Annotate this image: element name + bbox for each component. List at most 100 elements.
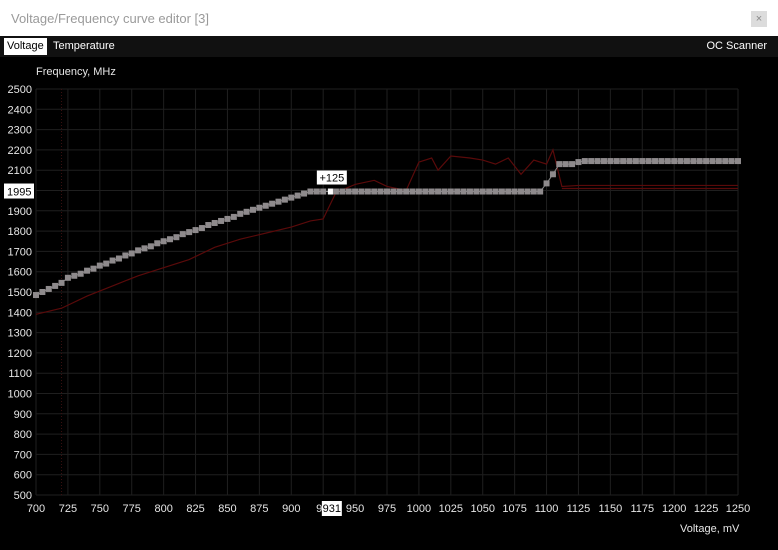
curve-point [173,234,180,241]
curve-point [301,190,308,197]
x-tick-label: 775 [123,503,141,515]
y-tick-label: 1100 [8,368,32,380]
y-axis-label: Frequency, MHz [36,66,116,78]
x-tick-label: 750 [91,503,109,515]
y-highlight-label: 1995 [7,187,31,199]
x-tick-label: 725 [59,503,77,515]
curve-point [703,158,710,165]
curve-point [556,161,563,168]
curve-point [492,188,499,195]
y-tick-label: 1200 [8,348,32,360]
curve-point [632,158,639,165]
curve-point [715,158,722,165]
curve-point [486,188,493,195]
curve-point [52,282,59,289]
x-tick-label: 1075 [502,503,526,515]
x-tick-label: 1200 [662,503,686,515]
curve-point [600,158,607,165]
curve-point [269,200,276,207]
curve-point [281,196,288,203]
vf-curve-chart[interactable]: Frequency, MHz Voltage, mV 500 600 700 800 9… [0,57,778,550]
curve-point [243,208,250,215]
curve-point [109,257,116,264]
y-tick-label: 900 [14,409,32,421]
y-tick-label: 800 [14,429,32,441]
x-tick-label: 825 [186,503,204,515]
curve-point [537,188,544,195]
y-tick-label: 2100 [8,165,32,177]
curve-point [466,188,473,195]
curve-point [84,267,91,274]
curve-point [230,213,237,220]
x-tick-label: 800 [154,503,172,515]
curve-point [90,265,97,272]
tab-oc-scanner[interactable]: OC Scanner [703,38,770,55]
curve-point [249,206,256,213]
curve-point [390,188,397,195]
x-tick-label: 700 [27,503,45,515]
curve-point [683,158,690,165]
curve-point [345,188,352,195]
curve-point [275,198,282,205]
curve-point [352,188,359,195]
curve-point [722,158,729,165]
y-tick-label: 2200 [8,145,32,157]
curve-point [594,158,601,165]
y-tick-label: 1700 [8,246,32,258]
curve-point [135,247,142,254]
curve-point [735,158,741,165]
curve-point [403,188,410,195]
curve-point [422,188,429,195]
curve-point [677,158,684,165]
y-tick-label: 1600 [8,267,32,279]
curve-point [192,227,199,234]
curve-point [160,238,167,245]
curve-point [186,229,193,236]
curve-point [626,158,633,165]
x-axis-label: Voltage, mV [680,523,740,535]
curve-point [498,188,505,195]
close-icon[interactable]: × [751,11,767,27]
curve-point [33,292,39,299]
x-tick-label: 1025 [439,503,463,515]
title-bar: Voltage/Frequency curve editor [3] × [0,0,778,37]
curve-point [511,188,518,195]
curve-point [358,188,365,195]
curve-point [435,188,442,195]
tab-temperature[interactable]: Temperature [50,38,118,55]
x-tick-label: 975 [378,503,396,515]
curve-point [364,188,371,195]
curve-point [211,219,218,226]
tab-voltage[interactable]: Voltage [4,38,47,55]
x-tick-label: 1225 [694,503,718,515]
curve-point [237,210,244,217]
curve-point [103,260,110,267]
curve-point [652,158,659,165]
curve-point [154,240,161,247]
y-tick-label: 1500 [8,287,32,299]
curve-point [339,188,346,195]
x-tick-label: 1175 [630,503,654,515]
curve-point [256,204,263,211]
curve-point [58,279,65,286]
y-tick-label: 1000 [8,389,32,401]
curve-point [549,171,556,178]
curve-point [518,188,525,195]
curve-point [262,202,269,209]
y-tick-label: 2400 [8,104,32,116]
x-tick-label: 1250 [726,503,750,515]
x-tick-label: 1100 [535,503,559,515]
curve-point [581,158,588,165]
curve-point [307,188,314,195]
curve-point [613,158,620,165]
x-highlight-label: 931 [323,503,341,515]
curve-point [415,188,422,195]
x-tick-label: 9 [316,503,322,515]
curve-point [288,194,295,201]
y-tick-label: 2500 [8,84,32,96]
curve-point [454,188,461,195]
curve-point [428,188,435,195]
curve-point [218,217,225,224]
curve-point [460,188,467,195]
x-tick-label: 950 [346,503,364,515]
